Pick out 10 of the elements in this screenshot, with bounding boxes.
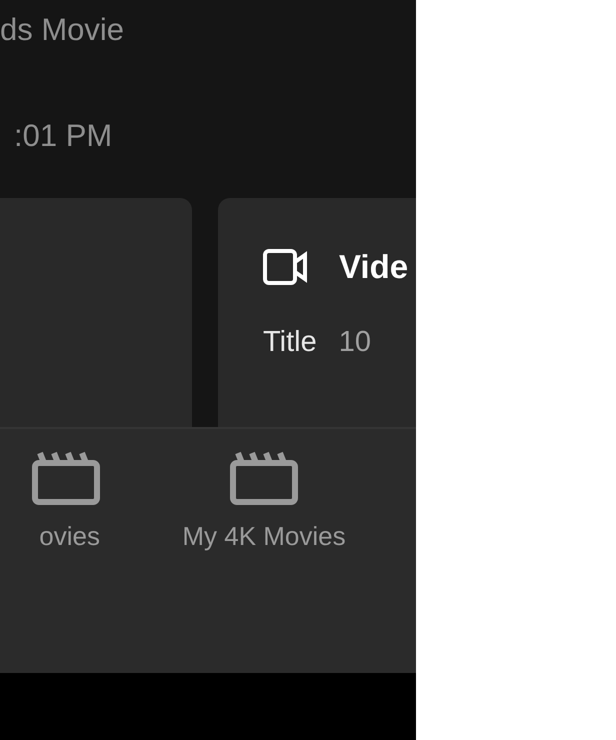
time-text: :01 PM	[13, 118, 112, 154]
row-label: Title	[263, 326, 317, 359]
tab-item[interactable]: My 4K Movies	[134, 429, 394, 673]
video-heading: Vide	[339, 248, 408, 286]
clapperboard-icon	[32, 451, 100, 505]
clapperboard-icon	[230, 451, 298, 505]
movie-title: ds Movie	[0, 12, 124, 48]
video-camera-icon	[263, 249, 309, 285]
tab-item[interactable]: ovies	[0, 429, 100, 673]
row-value: 10	[338, 326, 371, 359]
